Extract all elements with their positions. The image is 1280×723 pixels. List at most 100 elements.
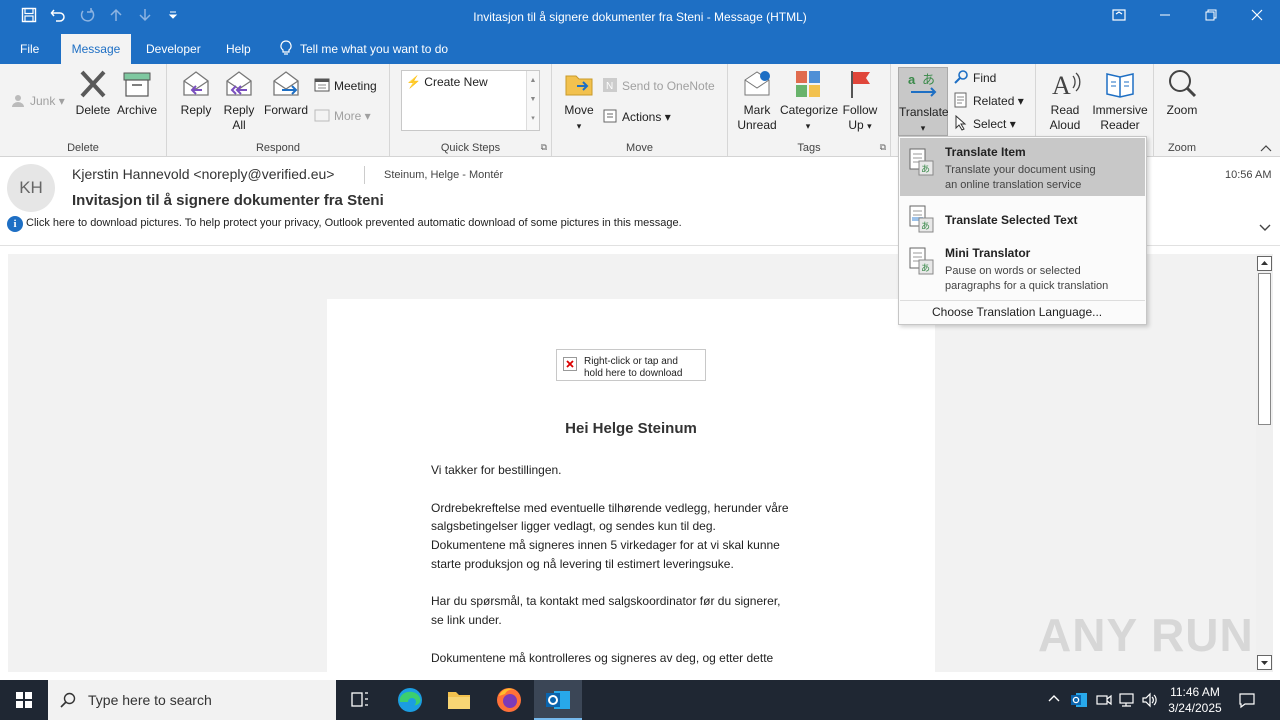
start-button[interactable]: [0, 680, 48, 720]
follow-up-button[interactable]: Follow Up ▾: [838, 68, 882, 134]
delete-button[interactable]: Delete: [74, 68, 112, 118]
file-explorer-icon[interactable]: [435, 680, 483, 720]
svg-text:N: N: [606, 81, 613, 92]
email-line: se link under.: [431, 613, 502, 627]
scroll-thumb[interactable]: [1258, 273, 1271, 425]
scroll-down-icon[interactable]: [1257, 655, 1272, 670]
scroll-up-icon[interactable]: [1257, 256, 1272, 271]
message-time: 10:56 AM: [1225, 169, 1272, 181]
outlook-tray-icon[interactable]: [1070, 691, 1088, 712]
read-aloud-button[interactable]: A Read Aloud: [1043, 68, 1087, 133]
email-line: Ordrebekreftelse med eventuelle tilhøren…: [431, 501, 789, 515]
immersive-reader-button[interactable]: Immersive Reader: [1090, 68, 1150, 133]
choose-translation-language-option[interactable]: Choose Translation Language...: [900, 302, 1145, 323]
download-pictures-infobar[interactable]: Click here to download pictures. To help…: [26, 217, 682, 229]
reply-all-button[interactable]: Reply All: [220, 68, 258, 133]
clock-date: 3/24/2025: [1168, 701, 1222, 715]
email-line: Dokumentene må kontrolleres og signeres …: [431, 651, 774, 665]
zoom-group-label: Zoom: [1167, 142, 1197, 154]
related-icon: [953, 92, 969, 108]
tab-message[interactable]: Message: [61, 34, 131, 64]
reply-all-icon: [223, 68, 255, 100]
archive-button[interactable]: Archive: [114, 68, 160, 118]
network-icon[interactable]: [1118, 691, 1136, 712]
outlook-taskbar-icon[interactable]: [534, 680, 582, 720]
system-clock[interactable]: 11:46 AM 3/24/2025: [1166, 684, 1224, 716]
broken-image-icon: [563, 357, 577, 371]
archive-icon: [121, 68, 153, 100]
lightbulb-icon: [280, 37, 292, 67]
tab-developer[interactable]: Developer: [146, 34, 201, 64]
translate-selected-text-option[interactable]: あ Translate Selected Text: [900, 199, 1145, 239]
watermark: ANY RUN: [1038, 609, 1254, 661]
calendar-icon: [314, 77, 330, 93]
header-divider: [364, 166, 365, 184]
create-new-quick-step[interactable]: ⚡ Create New: [406, 75, 488, 89]
placeholder-text-2: hold here to download: [584, 368, 683, 379]
select-button[interactable]: Select ▾: [953, 114, 1016, 134]
blocked-image-placeholder[interactable]: Right-click or tap and hold here to down…: [556, 349, 706, 381]
zoom-button[interactable]: Zoom: [1160, 68, 1204, 118]
meeting-button[interactable]: Meeting: [314, 76, 377, 96]
email-line: starte produksjon og nå levering til est…: [431, 557, 734, 571]
send-to-onenote-button: N Send to OneNote: [602, 76, 715, 96]
actions-button[interactable]: Actions ▾: [602, 107, 671, 127]
quick-steps-gallery[interactable]: ⚡ Create New ▲ ▼ ▾: [401, 70, 540, 131]
move-group: Move ▾ N Send to OneNote Actions ▾ Move: [552, 64, 728, 156]
categorize-button[interactable]: Categorize ▾: [780, 68, 838, 134]
vertical-scrollbar[interactable]: [1256, 254, 1273, 672]
related-button[interactable]: Related ▾: [953, 91, 1024, 111]
close-button[interactable]: [1234, 0, 1280, 32]
task-view-icon[interactable]: [336, 680, 384, 720]
collapse-ribbon-icon[interactable]: [1260, 142, 1272, 154]
edge-browser-icon[interactable]: [386, 680, 434, 720]
read-aloud-icon: A: [1049, 68, 1081, 100]
move-button[interactable]: Move ▾: [560, 68, 598, 134]
firefox-icon[interactable]: [485, 680, 533, 720]
svg-text:a: a: [908, 72, 916, 87]
mark-unread-button[interactable]: Mark Unread: [734, 68, 780, 133]
clock-time: 11:46 AM: [1170, 685, 1220, 699]
more-icon: [314, 107, 330, 123]
move-group-label: Move: [626, 142, 653, 154]
menu-separator: [900, 300, 1145, 301]
minimize-button[interactable]: [1142, 0, 1188, 32]
delete-x-icon: [77, 68, 109, 100]
taskbar-search[interactable]: Type here to search: [48, 680, 336, 720]
taskbar: Type here to search 11:46 AM 3/24/2025: [0, 680, 1280, 720]
translate-button[interactable]: aあ Translate ▾: [898, 67, 949, 136]
email-line: Dokumentene må signeres innen 5 virkedag…: [431, 538, 780, 552]
recipient[interactable]: Steinum, Helge - Montér: [384, 169, 503, 181]
ribbon-display-options-icon[interactable]: [1096, 0, 1142, 32]
expand-header-icon[interactable]: [1258, 222, 1272, 234]
dialog-launcher-icon[interactable]: ⧉: [541, 142, 547, 153]
notification-center-icon[interactable]: [1238, 691, 1256, 712]
translate-selected-text-title: Translate Selected Text: [945, 213, 1078, 227]
volume-icon[interactable]: [1141, 691, 1159, 712]
tags-dialog-launcher-icon[interactable]: ⧉: [880, 142, 886, 153]
svg-text:あ: あ: [921, 263, 930, 274]
email-line: Vi takker for bestillingen.: [431, 463, 562, 477]
placeholder-text-1: Right-click or tap and: [584, 356, 678, 367]
maximize-button[interactable]: [1188, 0, 1234, 32]
show-hidden-icons-icon[interactable]: [1047, 692, 1061, 709]
zoom-group: Zoom Zoom: [1154, 64, 1210, 156]
find-button[interactable]: Find: [953, 68, 996, 88]
find-icon: [953, 69, 969, 85]
translate-selection-icon: あ: [909, 205, 935, 233]
flag-icon: [844, 68, 876, 100]
email-line: Har du spørsmål, ta kontakt med salgskoo…: [431, 594, 781, 608]
sender[interactable]: Kjerstin Hannevold <noreply@verified.eu>: [72, 166, 334, 182]
gallery-scroll[interactable]: ▲ ▼ ▾: [526, 71, 539, 130]
forward-button[interactable]: Forward: [263, 68, 309, 118]
search-icon: [60, 692, 76, 711]
tell-me-search[interactable]: Tell me what you want to do: [280, 34, 448, 64]
tab-file[interactable]: File: [20, 34, 39, 64]
meet-now-icon[interactable]: [1095, 691, 1113, 712]
delete-group: Junk ▾ Delete Archive Delete: [0, 64, 167, 156]
categorize-icon: [792, 68, 824, 100]
tab-help[interactable]: Help: [226, 34, 251, 64]
translate-item-option[interactable]: あ Translate Item Translate your document…: [900, 138, 1145, 196]
reply-button[interactable]: Reply: [177, 68, 215, 118]
mini-translator-option[interactable]: あ Mini Translator Pause on words or sele…: [900, 241, 1145, 299]
